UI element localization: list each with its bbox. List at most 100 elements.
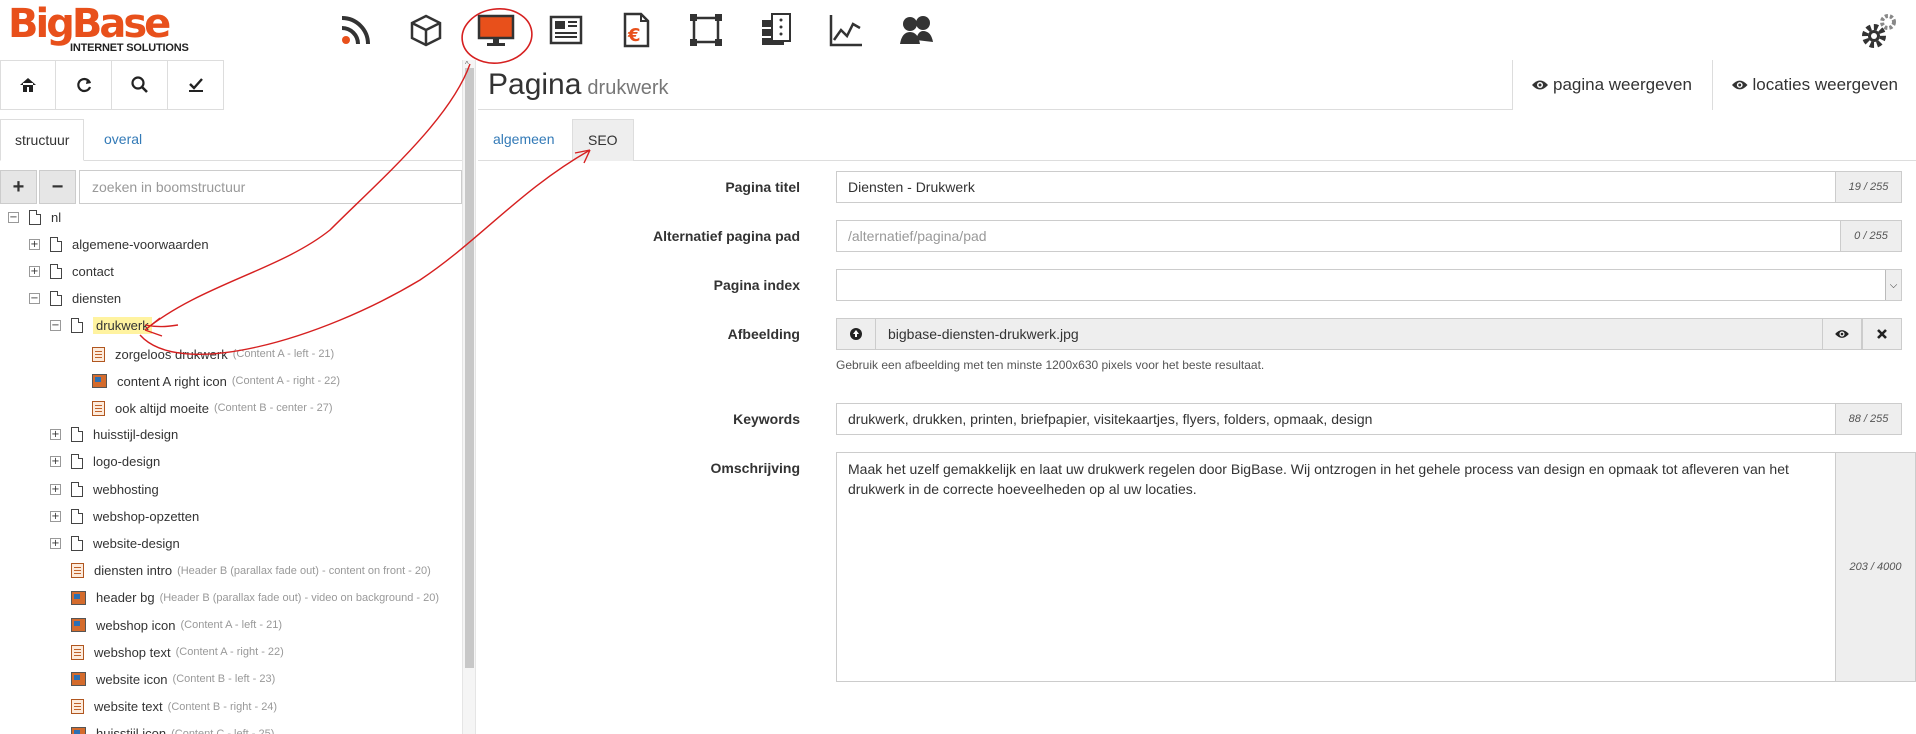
tree-node-label[interactable]: huisstijl-design [93, 427, 178, 442]
expand-node-icon[interactable]: + [29, 265, 40, 277]
expand-node-icon[interactable]: + [50, 429, 61, 441]
rss-icon[interactable] [334, 8, 378, 52]
users-icon[interactable] [894, 8, 938, 52]
tree-node[interactable]: + website-design [50, 532, 180, 554]
tree-node-label[interactable]: logo-design [93, 454, 160, 469]
svg-text:€: € [627, 25, 641, 46]
tree-node-label[interactable]: website text [94, 699, 163, 714]
tree-node-label[interactable]: diensten intro [94, 563, 172, 578]
logo-big-text: Big [8, 1, 75, 47]
newspaper-icon[interactable] [544, 8, 588, 52]
tree-node[interactable]: webshop icon (Content A - left - 21) [50, 614, 282, 636]
search-button[interactable] [112, 60, 168, 110]
tree-node[interactable]: − nl [8, 206, 61, 228]
tree-node-meta: (Content A - right - 22) [231, 375, 341, 388]
collapse-all-button[interactable]: − [39, 170, 76, 204]
tree-node[interactable]: content A right icon (Content A - right -… [71, 370, 340, 392]
tree-node-meta: (Content C - left - 25) [171, 727, 275, 734]
expand-node-icon[interactable]: + [29, 238, 40, 250]
tree-node-label[interactable]: website-design [93, 536, 180, 551]
tab-structure[interactable]: structuur [0, 119, 85, 161]
tree-node-label[interactable]: drukwerk [93, 317, 152, 335]
tree-node[interactable]: zorgeloos drukwerk (Content A - left - 21… [71, 343, 334, 365]
tree-node-label[interactable]: ook altijd moeite [115, 401, 209, 416]
server-icon[interactable] [754, 8, 798, 52]
upload-button[interactable] [836, 318, 876, 350]
page-title-label: Pagina titel [725, 179, 800, 195]
tree-node-meta: (Content A - left - 21) [180, 619, 283, 631]
preview-image-button[interactable] [1822, 318, 1862, 350]
box-icon[interactable] [404, 8, 448, 52]
page-index-select[interactable]: ⌵ [836, 269, 1902, 301]
expand-node-icon[interactable]: + [50, 483, 61, 495]
tree-node[interactable]: − drukwerk [50, 315, 152, 337]
settings-gear-icon[interactable] [1856, 10, 1900, 54]
description-textarea[interactable]: Maak het uzelf gemakkelijk en laat uw dr… [836, 452, 1836, 682]
scrollbar-thumb[interactable] [465, 68, 474, 668]
tree-node-label[interactable]: header bg [96, 590, 155, 605]
tree-node[interactable]: + contact [29, 260, 114, 282]
collapse-node-icon[interactable]: − [8, 211, 19, 223]
tree-node-label[interactable]: nl [51, 210, 61, 225]
tree-node-label[interactable]: huisstijl icon [96, 726, 166, 734]
tree-node[interactable]: diensten intro (Header B (parallax fade o… [50, 560, 431, 582]
tab-overall[interactable]: overal [90, 119, 156, 161]
keywords-input[interactable] [836, 403, 1836, 435]
upload-icon [850, 328, 862, 340]
collapse-node-icon[interactable]: − [50, 320, 61, 332]
page-icon [29, 209, 41, 225]
tree-node[interactable]: header bg (Header B (parallax fade out) -… [50, 587, 439, 609]
tree-node-meta: (Content B - right - 24) [167, 700, 278, 713]
tree-node-label[interactable]: webhosting [93, 482, 159, 497]
alt-path-input[interactable] [836, 220, 1841, 252]
tree-node[interactable]: + algemene-voorwaarden [29, 233, 209, 255]
remove-image-button[interactable] [1862, 318, 1902, 350]
view-page-button[interactable]: pagina weergeven [1512, 60, 1712, 110]
home-icon [20, 78, 36, 92]
check-button[interactable] [168, 60, 224, 110]
crop-frame-icon[interactable] [684, 8, 728, 52]
euro-document-icon[interactable]: € [614, 8, 658, 52]
text-block-icon [71, 563, 84, 579]
tree-search-input[interactable] [79, 170, 462, 204]
tree-node-label[interactable]: webshop-opzetten [93, 509, 199, 524]
tree-node[interactable]: huisstijl icon (Content C - left - 25) [50, 723, 274, 734]
image-label: Afbeelding [727, 326, 800, 342]
expand-node-icon[interactable]: + [50, 456, 61, 468]
tree-node-label[interactable]: website icon [96, 672, 168, 687]
tree-node[interactable]: + huisstijl-design [50, 424, 178, 446]
collapse-node-icon[interactable]: − [29, 293, 40, 305]
tree-node[interactable]: website icon (Content B - left - 23) [50, 668, 275, 690]
search-icon [130, 76, 148, 93]
tree-node[interactable]: website text (Content B - right - 24) [50, 696, 277, 718]
chevron-down-icon[interactable]: ⌵ [1885, 270, 1901, 300]
page-title-counter: 19 / 255 [1836, 171, 1902, 203]
tree-node-label[interactable]: webshop text [94, 645, 171, 660]
page-title-input[interactable] [836, 171, 1836, 203]
tree-node[interactable]: − diensten [29, 288, 121, 310]
expand-node-icon[interactable]: + [50, 510, 61, 522]
tree-node[interactable]: webshop text (Content A - right - 22) [50, 641, 284, 663]
tree-node[interactable]: ook altijd moeite (Content B - center - 2… [71, 397, 333, 419]
alt-path-group: 0 / 255 [836, 220, 1902, 252]
tab-general[interactable]: algemeen [478, 119, 570, 161]
tree-node-label[interactable]: webshop icon [96, 618, 176, 633]
bigbase-logo[interactable]: BigBase INTERNET SOLUTIONS [8, 1, 189, 56]
refresh-button[interactable] [56, 60, 112, 110]
expand-node-icon[interactable]: + [50, 537, 61, 549]
tree-node-label[interactable]: contact [72, 264, 114, 279]
home-button[interactable] [0, 60, 56, 110]
line-chart-icon[interactable] [824, 8, 868, 52]
tree-node[interactable]: + logo-design [50, 451, 160, 473]
expand-all-button[interactable]: + [0, 170, 37, 204]
tree-node[interactable]: + webshop-opzetten [50, 505, 199, 527]
tree-node-label[interactable]: diensten [72, 291, 121, 306]
monitor-icon[interactable] [474, 8, 518, 52]
panel-splitter[interactable]: ^ [462, 60, 476, 734]
tab-seo[interactable]: SEO [572, 119, 634, 161]
tree-node-label[interactable]: content A right icon [117, 374, 227, 389]
view-locations-button[interactable]: locaties weergeven [1712, 60, 1916, 110]
tree-node-label[interactable]: zorgeloos drukwerk [115, 347, 228, 362]
tree-node-label[interactable]: algemene-voorwaarden [72, 237, 209, 252]
tree-node[interactable]: + webhosting [50, 478, 159, 500]
